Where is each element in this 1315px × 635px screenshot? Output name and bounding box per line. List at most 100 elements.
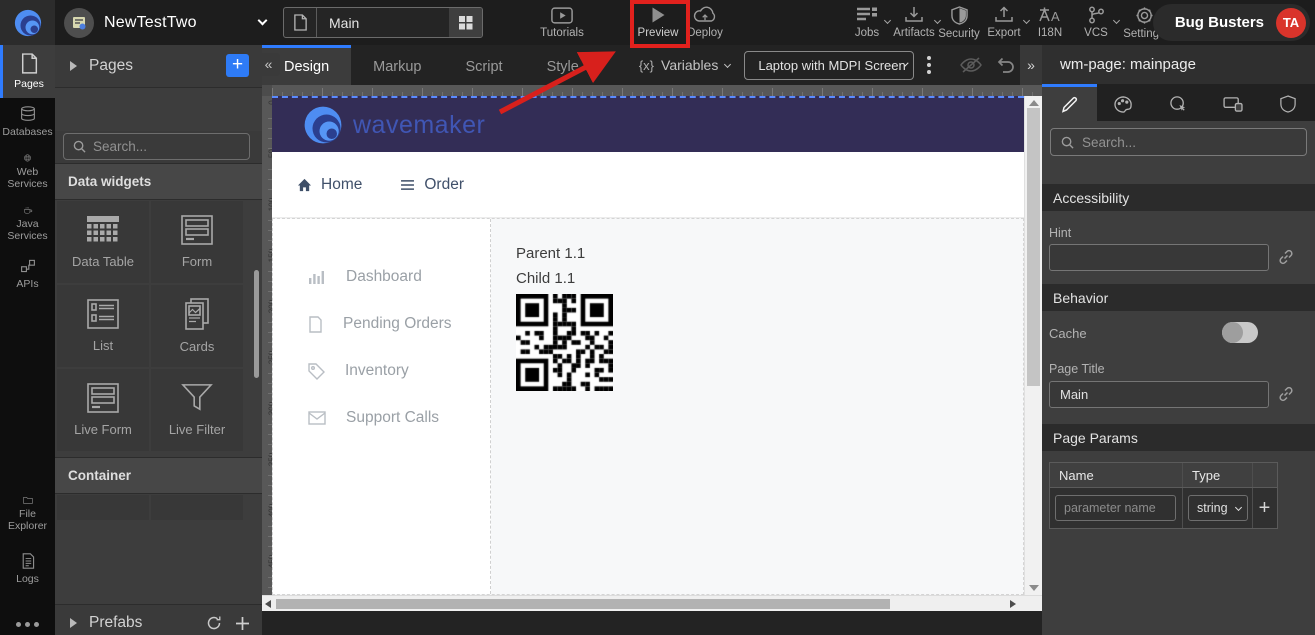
more-options-icon[interactable] [0,622,55,627]
cache-toggle[interactable] [1222,322,1258,343]
settings-gear-icon [1135,6,1154,25]
widget-search-input[interactable] [93,139,233,154]
deploy-button[interactable]: Deploy [680,0,730,45]
nav-order[interactable]: Order [400,176,464,194]
properties-search[interactable] [1050,128,1307,156]
widget-list[interactable]: List [57,285,149,367]
sidebar-item-web-services[interactable]: Web Services [0,146,55,198]
page-content: Dashboard Pending Orders [272,218,1024,595]
pencil-icon [1061,96,1078,113]
export-upload-icon [994,6,1014,24]
tab-markup[interactable]: Markup [351,45,443,85]
widget-form[interactable]: Form [151,201,243,283]
sidebar-item-databases[interactable]: Databases [0,98,55,146]
widget-live-filter[interactable]: Live Filter [151,369,243,451]
preview-button[interactable]: Preview [633,0,683,45]
nav-home[interactable]: Home [297,176,362,194]
scroll-down-icon[interactable] [1029,585,1039,591]
param-type-header: Type [1183,463,1253,487]
tab-devices[interactable] [1206,84,1261,121]
jobs-button[interactable]: Jobs [845,0,889,45]
page-icon [284,8,317,37]
dashboard-chart-icon [308,269,326,285]
param-name-input[interactable] [1055,495,1176,521]
sidebar-item-logs[interactable]: Logs [0,545,55,593]
canvas-vertical-scrollbar[interactable] [1024,96,1042,595]
hide-preview-icon[interactable] [959,56,983,74]
menu-item-support-calls[interactable]: Support Calls [273,398,490,438]
pages-accordion[interactable]: Pages + [55,45,262,88]
i18n-button[interactable]: A I18N [1028,0,1072,45]
bind-page-title-link-icon[interactable] [1278,386,1294,402]
menu-item-pending-orders[interactable]: Pending Orders [273,304,490,344]
page-selector[interactable]: Main [283,7,483,38]
project-switcher[interactable]: NewTestTwo [64,0,266,45]
page-header[interactable]: wavemaker [272,96,1024,152]
project-chevron-down-icon[interactable] [257,16,267,26]
canvas-area: « Design Markup Script Style {x} Variabl… [262,45,1042,635]
page-grid-button[interactable] [449,8,482,37]
artifacts-button[interactable]: Artifacts [890,0,938,45]
tab-security[interactable] [1260,84,1315,121]
scroll-up-icon[interactable] [1029,100,1039,106]
variables-dropdown[interactable]: {x} Variables [639,57,731,73]
tab-style[interactable]: Style [525,45,601,85]
vertical-scroll-thumb[interactable] [1027,108,1040,386]
widget-live-form[interactable]: Live Form [57,369,149,451]
team-button[interactable]: Bug Busters TA [1153,4,1310,41]
tab-script[interactable]: Script [444,45,525,85]
hint-label: Hint [1049,226,1071,240]
menu-item-dashboard[interactable]: Dashboard [273,257,490,297]
panel-scrollbar[interactable] [254,270,259,378]
avatar[interactable]: TA [1276,8,1306,38]
add-prefab-icon[interactable] [235,616,250,631]
widget-cards[interactable]: Cards [151,285,243,367]
device-selector[interactable]: Laptop with MDPI Screen [744,51,914,80]
canvas-horizontal-scrollbar[interactable] [262,595,1042,611]
page-title-input[interactable] [1049,381,1269,408]
svg-text:A: A [1051,9,1060,24]
widget-data-table[interactable]: Data Table [57,201,149,283]
vcs-button[interactable]: VCS [1074,0,1118,45]
horizontal-scroll-thumb[interactable] [276,599,890,609]
page-title-label: Page Title [1049,362,1105,376]
kebab-menu-icon[interactable] [927,56,931,74]
menu-item-inventory[interactable]: Inventory [273,351,490,391]
properties-search-input[interactable] [1082,135,1282,150]
prefabs-accordion[interactable]: Prefabs [55,604,262,635]
chevron-down-icon [724,60,731,67]
design-canvas-page[interactable]: wavemaker Home Order [272,96,1042,595]
tutorials-button[interactable]: Tutorials [535,0,589,45]
variables-icon: {x} [639,58,654,73]
security-button[interactable]: Security [937,0,981,45]
sidebar-item-pages[interactable]: Pages [0,45,55,98]
bind-hint-link-icon[interactable] [1278,249,1294,265]
toolbar-more-button[interactable]: » [1020,45,1042,85]
wavemaker-logo[interactable] [0,0,55,45]
param-type-select[interactable]: string [1188,495,1248,521]
document-icon [308,316,323,333]
cards-icon [182,298,212,330]
preview-icon [650,6,667,24]
tab-styles[interactable] [1097,84,1152,121]
artifacts-download-icon [904,6,924,24]
section-accessibility: Accessibility [1042,184,1315,211]
add-page-button[interactable]: + [226,54,249,77]
widget-search[interactable] [63,133,250,160]
scroll-right-icon[interactable] [1010,600,1016,608]
undo-icon[interactable] [995,56,1015,74]
export-button[interactable]: Export [982,0,1026,45]
widget-grid: Data Table Form List [57,201,244,451]
sidebar-item-file-explorer[interactable]: File Explorer [0,488,55,540]
widget-container-partial[interactable] [57,495,149,520]
sidebar-item-apis[interactable]: APIs [0,250,55,298]
tab-properties[interactable] [1042,84,1097,121]
page-logo-text: wavemaker [353,111,485,140]
add-param-button[interactable]: + [1259,497,1271,520]
scroll-left-icon[interactable] [265,600,271,608]
refresh-icon[interactable] [206,615,222,631]
tab-events[interactable] [1151,84,1206,121]
widget-panel-partial[interactable] [151,495,243,520]
sidebar-item-java-services[interactable]: Java Services [0,198,55,250]
hint-input[interactable] [1049,244,1269,271]
